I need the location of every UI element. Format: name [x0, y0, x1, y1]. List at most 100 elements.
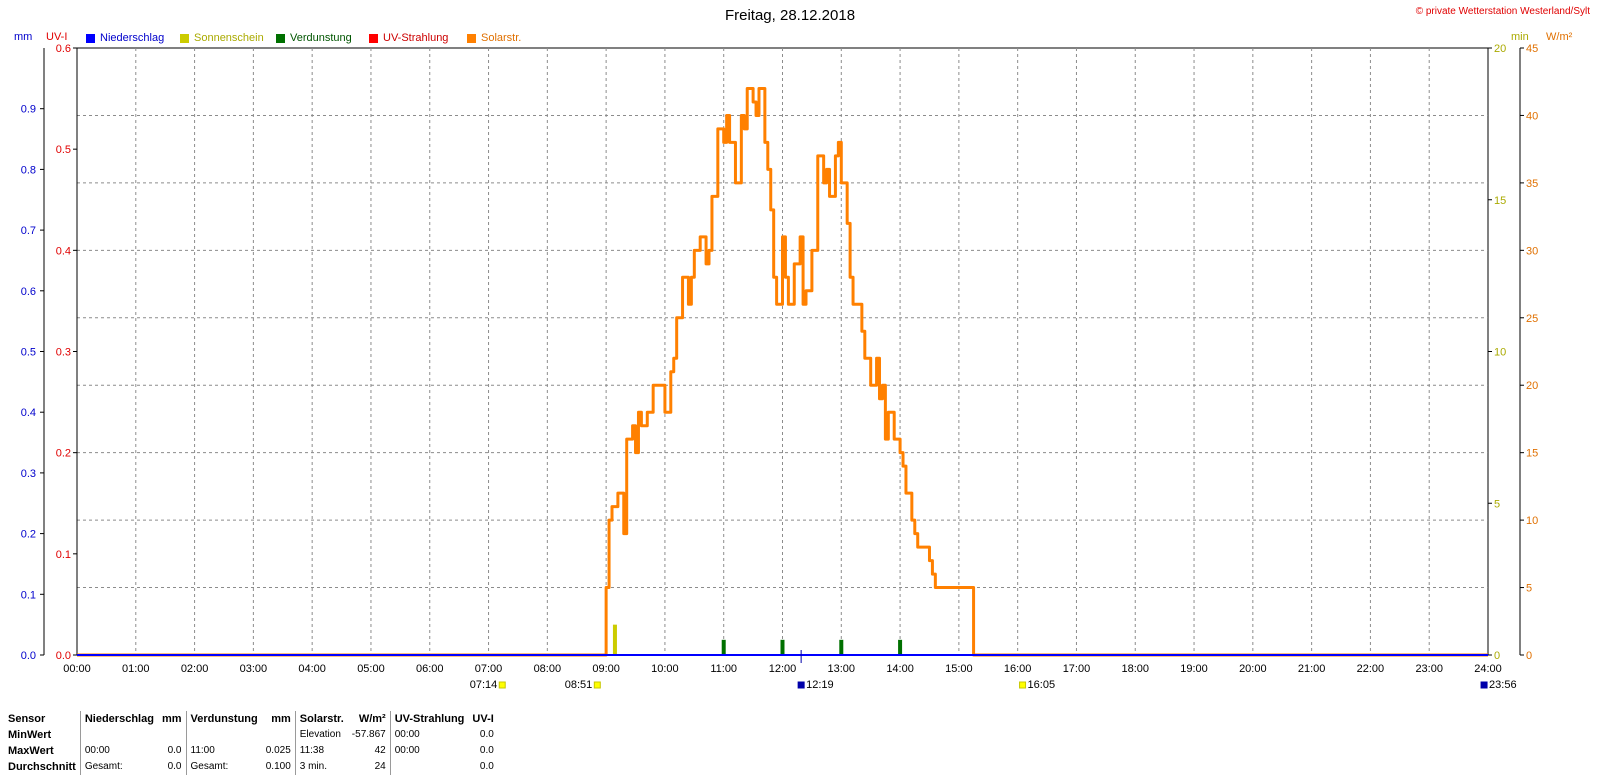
sun-marker-label: 23:56: [1489, 679, 1517, 691]
x-tick-label: 20:00: [1239, 663, 1267, 675]
wm2-tick-label: 20: [1526, 380, 1538, 392]
row-label-avg: Durchschnitt: [8, 761, 76, 773]
uv-max: 0.0: [479, 745, 494, 756]
uv-tick-label: 0.0: [56, 650, 71, 662]
solar-max: 42: [374, 745, 386, 756]
solar-avg: 24: [374, 761, 386, 772]
uv-header: UV-Strahlung: [389, 711, 469, 727]
x-tick-label: 05:00: [357, 663, 385, 675]
sun-marker-label: 16:05: [1028, 679, 1056, 691]
verdunstung-min-time: [185, 727, 262, 743]
stats-table: Sensor Niederschlag mm Verdunstung mm So…: [4, 711, 498, 775]
verdunstung-header: Verdunstung: [185, 711, 262, 727]
mm-tick-label: 0.4: [21, 407, 36, 419]
niederschlag-unit: mm: [161, 713, 182, 725]
wm2-tick-label: 10: [1526, 515, 1538, 527]
verdunstung-avg-label: Gesamt:: [185, 759, 262, 775]
bar-verdunstung: [721, 639, 726, 655]
verdunstung-unit: mm: [271, 713, 291, 725]
x-tick-label: 22:00: [1357, 663, 1385, 675]
verdunstung-avg: 0.100: [265, 761, 291, 772]
wm2-tick-label: 0: [1526, 650, 1532, 662]
uv-avg-label: [389, 759, 469, 775]
wm2-tick-label: 25: [1526, 313, 1538, 325]
bar-verdunstung: [898, 639, 903, 655]
min-tick-label: 20: [1494, 43, 1506, 55]
mm-tick-label: 0.2: [21, 529, 36, 541]
sun-marker-label: 07:14: [470, 679, 498, 691]
x-tick-label: 21:00: [1298, 663, 1326, 675]
min-tick-label: 15: [1494, 195, 1506, 207]
uv-min-time: 00:00: [389, 727, 469, 743]
niederschlag-header: Niederschlag: [79, 711, 158, 727]
wm2-tick-label: 35: [1526, 178, 1538, 190]
x-tick-label: 17:00: [1063, 663, 1091, 675]
uv-tick-label: 0.2: [56, 448, 71, 460]
bar-sonnenschein: [612, 624, 617, 655]
x-tick-label: 04:00: [298, 663, 326, 675]
uv-min: 0.0: [479, 729, 494, 740]
uv-max-time: 00:00: [389, 743, 469, 759]
uv-tick-label: 0.6: [56, 43, 71, 55]
x-tick-label: 07:00: [475, 663, 503, 675]
x-tick-label: 11:00: [710, 663, 737, 675]
x-tick-label: 19:00: [1180, 663, 1208, 675]
row-label-sensor: Sensor: [8, 713, 46, 725]
x-tick-label: 00:00: [63, 663, 91, 675]
x-tick-label: 03:00: [240, 663, 268, 675]
x-tick-label: 13:00: [828, 663, 856, 675]
mm-tick-label: 0.5: [21, 347, 36, 359]
solar-radiation-chart: 00:00 01:00 02:00 03:00 04:00 05:00 06:00 07:00…: [21, 43, 1539, 691]
row-label-max: MaxWert: [8, 745, 54, 757]
verdunstung-max: 0.025: [265, 745, 291, 756]
x-tick-label: 24:00: [1474, 663, 1502, 675]
min-tick-label: 10: [1494, 347, 1506, 359]
solar-header: Solarstr.: [294, 711, 348, 727]
stats-min-row: MinWert Elevation -57.867 00:00 0.0: [4, 727, 498, 743]
uv-tick-label: 0.1: [56, 549, 71, 561]
wm2-tick-label: 40: [1526, 110, 1538, 122]
niederschlag-max: 0.0: [167, 745, 182, 756]
x-tick-label: 08:00: [534, 663, 562, 675]
stats-max-row: MaxWert 00:00 0.0 11:00 0.025 11:38 42 0…: [4, 743, 498, 759]
mm-tick-label: 0.7: [21, 225, 36, 237]
stats-header-row: Sensor Niederschlag mm Verdunstung mm So…: [4, 711, 498, 727]
mm-tick-label: 0.6: [21, 286, 36, 298]
solar-min: -57.867: [351, 729, 386, 740]
wm2-tick-label: 30: [1526, 245, 1538, 257]
verdunstung-min: [262, 727, 296, 743]
niederschlag-max-time: 00:00: [79, 743, 158, 759]
min-tick-label: 0: [1494, 650, 1500, 662]
niederschlag-avg: 0.0: [167, 761, 182, 772]
verdunstung-max-time: 11:00: [185, 743, 262, 759]
solar-unit: W/m²: [358, 713, 386, 725]
sun-marker-sunrise: [498, 681, 506, 689]
x-tick-label: 15:00: [945, 663, 973, 675]
x-tick-label: 06:00: [416, 663, 444, 675]
bar-verdunstung: [839, 639, 844, 655]
mm-tick-label: 0.0: [21, 650, 36, 662]
mm-tick-label: 0.1: [21, 589, 36, 601]
stats-avg-row: Durchschnitt Gesamt: 0.0 Gesamt: 0.100 3…: [4, 759, 498, 775]
x-tick-label: 16:00: [1004, 663, 1032, 675]
sun-marker-label: 08:51: [565, 679, 593, 691]
solar-avg-label: 3 min.: [294, 759, 348, 775]
uv-avg: 0.0: [479, 761, 494, 772]
x-tick-label: 10:00: [651, 663, 679, 675]
x-tick-label: 23:00: [1415, 663, 1443, 675]
niederschlag-avg-label: Gesamt:: [79, 759, 158, 775]
sun-marker-noon: [797, 681, 805, 689]
wm2-tick-label: 5: [1526, 583, 1532, 595]
niederschlag-min: [158, 727, 186, 743]
x-tick-label: 12:00: [769, 663, 797, 675]
uv-tick-label: 0.5: [56, 144, 71, 156]
row-label-min: MinWert: [8, 729, 52, 741]
x-tick-label: 09:00: [592, 663, 620, 675]
mm-tick-label: 0.3: [21, 468, 36, 480]
x-tick-label: 14:00: [886, 663, 914, 675]
x-tick-label: 18:00: [1121, 663, 1149, 675]
min-tick-label: 5: [1494, 498, 1500, 510]
uv-tick-label: 0.3: [56, 347, 71, 359]
uv-tick-label: 0.4: [56, 245, 71, 257]
niederschlag-min-time: [79, 727, 158, 743]
